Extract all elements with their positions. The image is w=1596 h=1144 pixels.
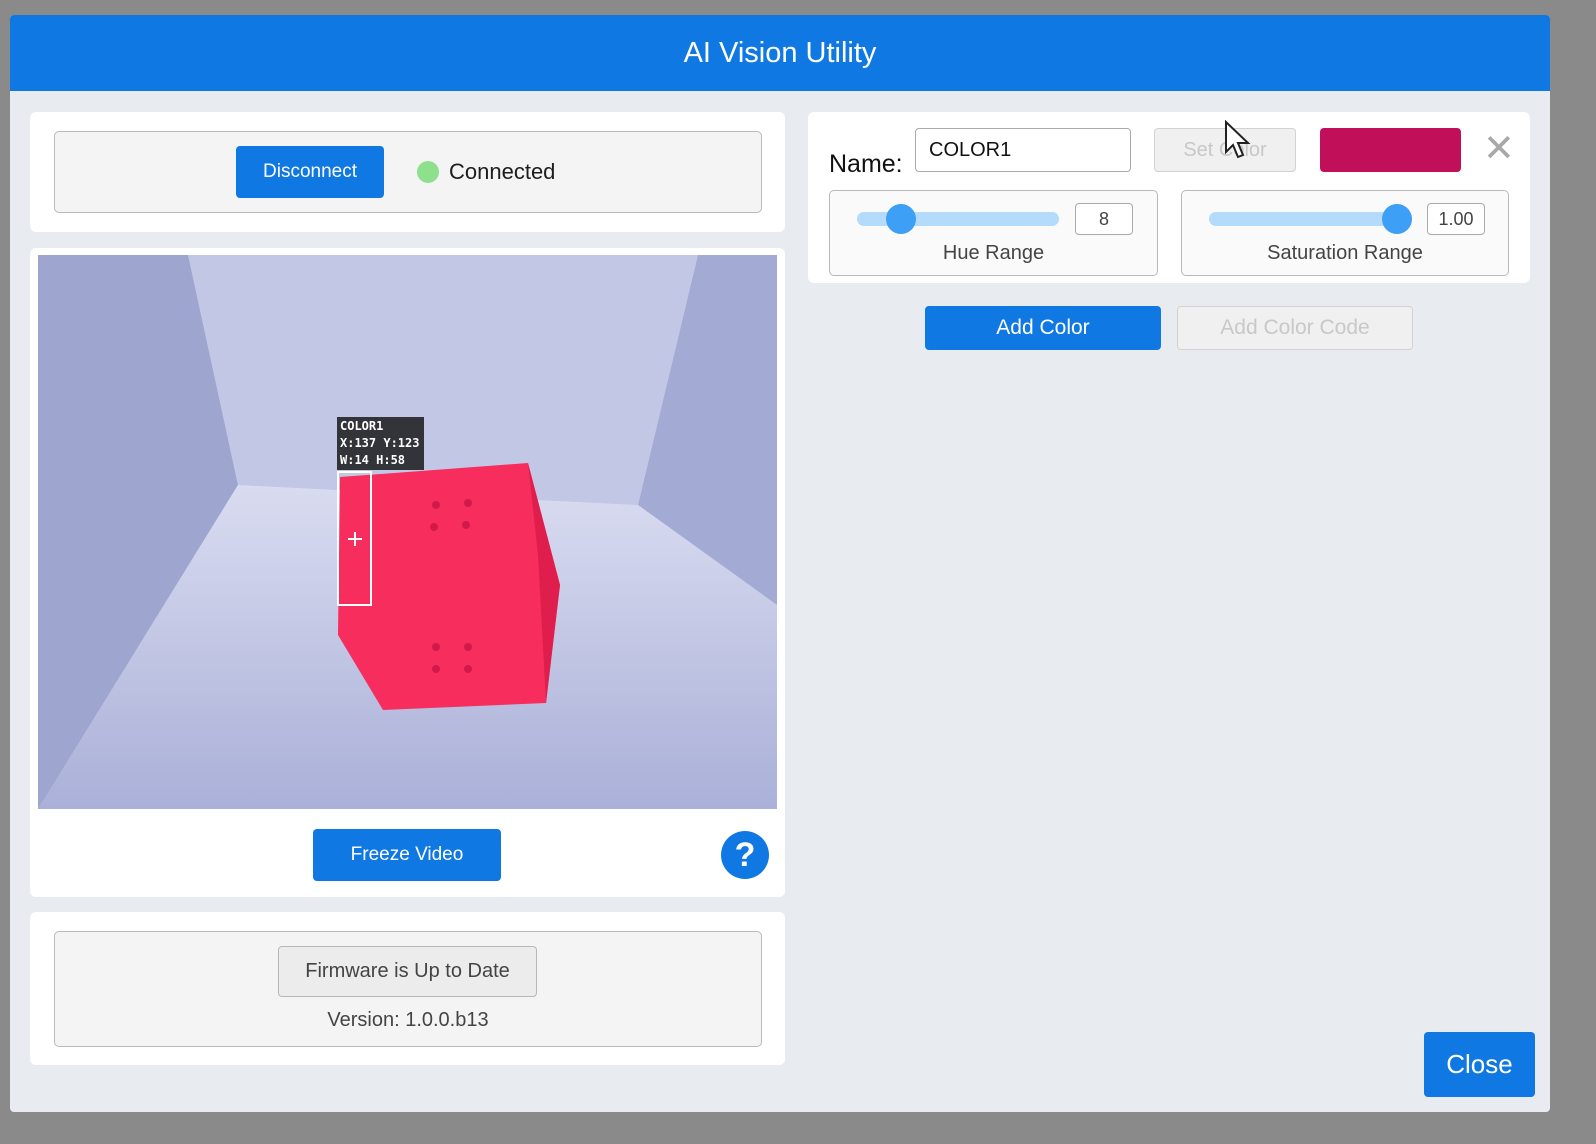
connection-status: Connected [449,159,556,184]
connection-panel: Disconnect Connected [54,131,762,213]
title-bar: AI Vision Utility [10,15,1550,91]
help-icon[interactable]: ? [721,831,769,879]
ai-vision-utility-window: AI Vision Utility Disconnect Connected C… [10,15,1550,1112]
hue-range-panel: 8 Hue Range [829,190,1158,276]
status-indicator-icon [417,161,439,183]
hue-slider-thumb[interactable] [886,204,917,234]
add-color-code-button[interactable]: Add Color Code [1177,306,1413,350]
color-config-card: Name: COLOR1 Set Color ✕ 8 Hue Range 1.0… [808,112,1530,283]
name-label: Name: [829,150,903,178]
app-title: AI Vision Utility [683,36,877,69]
color-name-input[interactable]: COLOR1 [915,128,1131,172]
close-button[interactable]: Close [1424,1032,1535,1097]
color-swatch[interactable] [1320,128,1461,172]
detection-label-name: COLOR1 [340,419,383,433]
camera-image: COLOR1 X:137 Y:123 W:14 H:58 [38,255,777,809]
firmware-card: Firmware is Up to Date Version: 1.0.0.b1… [30,912,785,1065]
firmware-version: Version: 1.0.0.b13 [327,1009,489,1031]
connection-card: Disconnect Connected [30,112,785,232]
mouse-cursor-icon [1225,120,1251,159]
saturation-value-input[interactable]: 1.00 [1427,203,1485,235]
camera-feed: COLOR1 X:137 Y:123 W:14 H:58 [38,255,777,809]
hue-range-label: Hue Range [942,242,1045,264]
saturation-range-panel: 1.00 Saturation Range [1181,190,1509,276]
disconnect-button[interactable]: Disconnect [236,146,384,198]
detection-label-size: W:14 H:58 [340,453,405,467]
detection-label-position: X:137 Y:123 [340,436,419,450]
video-card: COLOR1 X:137 Y:123 W:14 H:58 Freeze Vide… [30,248,785,897]
firmware-panel: Firmware is Up to Date Version: 1.0.0.b1… [54,931,762,1047]
saturation-range-label: Saturation Range [1267,242,1423,264]
hue-value-input[interactable]: 8 [1075,203,1133,235]
saturation-slider-thumb[interactable] [1381,204,1412,234]
firmware-status-button[interactable]: Firmware is Up to Date [278,946,537,997]
close-icon[interactable]: ✕ [1483,130,1515,168]
add-color-button[interactable]: Add Color [925,306,1161,350]
saturation-slider-track[interactable] [1209,212,1411,226]
freeze-video-button[interactable]: Freeze Video [313,829,501,881]
